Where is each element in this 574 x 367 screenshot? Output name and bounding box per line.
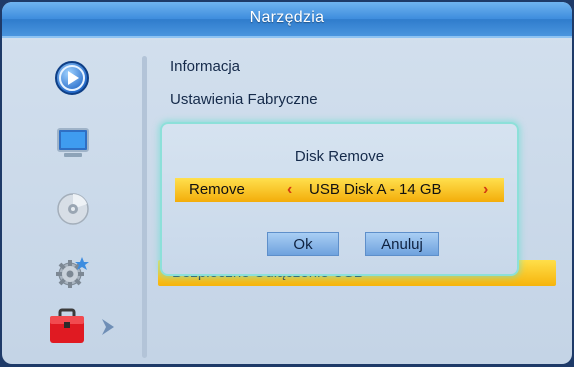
cancel-button[interactable]: Anuluj xyxy=(365,232,439,256)
dialog-title: Disk Remove xyxy=(294,148,385,165)
play-icon[interactable] xyxy=(54,60,90,101)
title-bar: Narzędzia xyxy=(2,2,572,38)
disk-select-row[interactable]: Remove ‹ USB Disk A - 14 GB › xyxy=(175,178,504,202)
arrow-right-icon[interactable]: › xyxy=(483,181,488,199)
toolbox-icon[interactable] xyxy=(48,308,92,351)
option-value: USB Disk A - 14 GB xyxy=(309,181,442,198)
chevron-right-icon xyxy=(100,318,116,341)
option-label: Remove xyxy=(189,181,245,198)
sidebar xyxy=(14,46,136,360)
disk-remove-dialog: Disk Remove Remove ‹ USB Disk A - 14 GB … xyxy=(160,122,519,276)
window-title: Narzędzia xyxy=(249,9,325,26)
settings-gear-icon[interactable] xyxy=(54,254,92,295)
menu-item-informacja[interactable]: Informacja xyxy=(170,58,240,75)
tools-window: Narzędzia Informacja Ustawienia Fabryczn… xyxy=(2,2,572,364)
ok-button[interactable]: Ok xyxy=(267,232,339,256)
disc-icon[interactable] xyxy=(56,192,90,231)
sidebar-divider xyxy=(142,56,147,358)
menu-item-ustawienia-fabryczne[interactable]: Ustawienia Fabryczne xyxy=(170,91,318,108)
arrow-left-icon[interactable]: ‹ xyxy=(287,181,292,199)
tv-icon[interactable] xyxy=(56,126,90,165)
